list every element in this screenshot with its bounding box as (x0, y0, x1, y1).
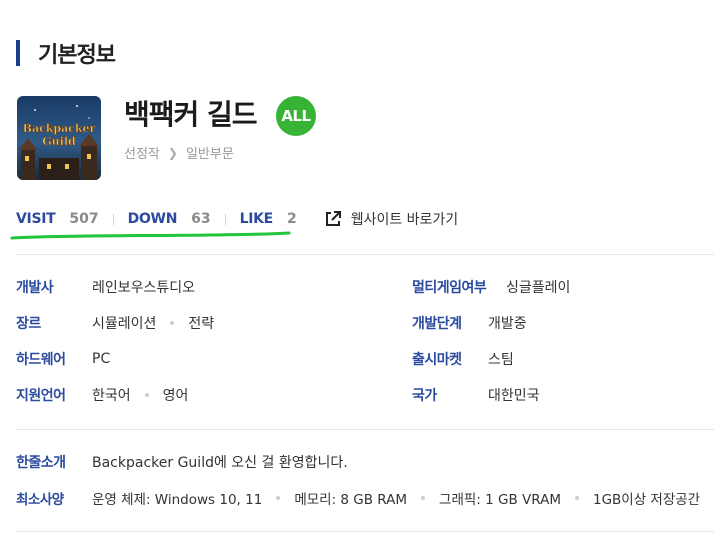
info-genre-value: 전략 (188, 316, 215, 332)
info-stage: 개발단계 개발중 (412, 312, 527, 334)
info-stage-label: 개발단계 (412, 316, 462, 332)
info-intro-label: 한줄소개 (16, 455, 66, 471)
website-link-label: 웹사이트 바로가기 (350, 212, 459, 228)
thumbnail-title-line1: Backpacker (23, 122, 96, 135)
thumbnail-title-line2: Guild (42, 135, 76, 148)
divider (16, 429, 714, 430)
info-language-value: 한국어 (92, 388, 131, 404)
stats-row: VISIT 507 DOWN 63 LIKE 2 웹사이트 바로가기 (16, 208, 458, 230)
game-title: 백팩커 길드 (124, 98, 258, 131)
info-market: 출시마켓 스팀 (412, 348, 514, 370)
info-hardware-value: PC (92, 351, 111, 367)
info-hardware-label: 하드웨어 (16, 352, 66, 368)
info-multiplayer-label: 멀티게임여부 (412, 280, 487, 296)
stat-like[interactable]: LIKE 2 (240, 211, 297, 227)
info-requirement-item: 메모리: 8 GB RAM (294, 492, 408, 508)
breadcrumb: 선정작 ❯ 일반부문 (124, 143, 234, 163)
info-developer-value: 레인보우스튜디오 (92, 280, 196, 296)
highlight-underline (10, 231, 291, 240)
bullet-separator (170, 321, 175, 325)
info-language-values: 한국어 영어 (92, 385, 188, 405)
info-genre: 장르 시뮬레이션 전략 (16, 312, 214, 334)
section-accent-bar (16, 40, 20, 66)
info-hardware: 하드웨어 PC (16, 348, 110, 370)
info-requirement-item: 그래픽: 1 GB VRAM (439, 492, 561, 508)
info-requirements: 최소사양 운영 체제: Windows 10, 11 메모리: 8 GB RAM… (16, 487, 700, 509)
stat-visit: VISIT 507 (16, 211, 99, 227)
stat-down-value: 63 (191, 211, 211, 227)
info-intro: 한줄소개 Backpacker Guild에 오신 걸 환영합니다. (16, 451, 348, 473)
breadcrumb-item[interactable]: 일반부문 (186, 143, 234, 162)
stat-visit-label: VISIT (16, 211, 56, 227)
stat-down-label: DOWN (127, 211, 178, 227)
stat-down: DOWN 63 (128, 211, 211, 227)
info-requirements-label: 최소사양 (16, 492, 64, 508)
info-developer-label: 개발사 (16, 280, 54, 296)
info-requirements-values: 운영 체제: Windows 10, 11 메모리: 8 GB RAM 그래픽:… (92, 488, 700, 508)
info-multiplayer-value: 싱글플레이 (506, 280, 571, 296)
chevron-right-icon: ❯ (167, 145, 178, 160)
external-link-icon (325, 211, 341, 226)
divider (16, 254, 714, 255)
website-link[interactable]: 웹사이트 바로가기 (325, 209, 459, 229)
breadcrumb-item[interactable]: 선정작 (124, 143, 160, 162)
stat-visit-value: 507 (69, 211, 99, 227)
stat-like-value: 2 (286, 211, 297, 227)
stat-divider (112, 213, 114, 225)
info-stage-value: 개발중 (488, 316, 527, 332)
section-header: 기본정보 (16, 40, 116, 68)
info-genre-values: 시뮬레이션 전략 (92, 313, 214, 333)
info-language: 지원언어 한국어 영어 (16, 384, 188, 406)
info-requirement-item: 1GB이상 저장공간 (592, 492, 701, 508)
section-title: 기본정보 (38, 43, 116, 68)
info-market-label: 출시마켓 (412, 352, 462, 368)
bullet-separator (574, 496, 579, 500)
bullet-separator (421, 496, 426, 500)
game-thumbnail: Backpacker Guild (17, 96, 101, 180)
info-language-value: 영어 (162, 388, 189, 404)
info-language-label: 지원언어 (16, 388, 66, 404)
info-requirement-item: 운영 체제: Windows 10, 11 (92, 492, 263, 508)
stat-like-label: LIKE (239, 211, 274, 227)
info-genre-label: 장르 (16, 316, 41, 332)
stat-divider (224, 213, 226, 225)
info-multiplayer: 멀티게임여부 싱글플레이 (412, 276, 570, 298)
info-genre-value: 시뮬레이션 (92, 316, 157, 332)
info-intro-value: Backpacker Guild에 오신 걸 환영합니다. (92, 455, 348, 471)
info-market-value: 스팀 (488, 352, 514, 368)
age-rating-badge: ALL (276, 96, 316, 136)
bullet-separator (276, 496, 281, 500)
info-country: 국가 대한민국 (412, 384, 540, 406)
game-thumbnail-art: Backpacker Guild (17, 96, 101, 180)
info-country-value: 대한민국 (488, 388, 540, 404)
divider (16, 531, 714, 532)
info-country-label: 국가 (412, 388, 437, 404)
info-developer: 개발사 레인보우스튜디오 (16, 276, 195, 298)
bullet-separator (144, 393, 149, 397)
